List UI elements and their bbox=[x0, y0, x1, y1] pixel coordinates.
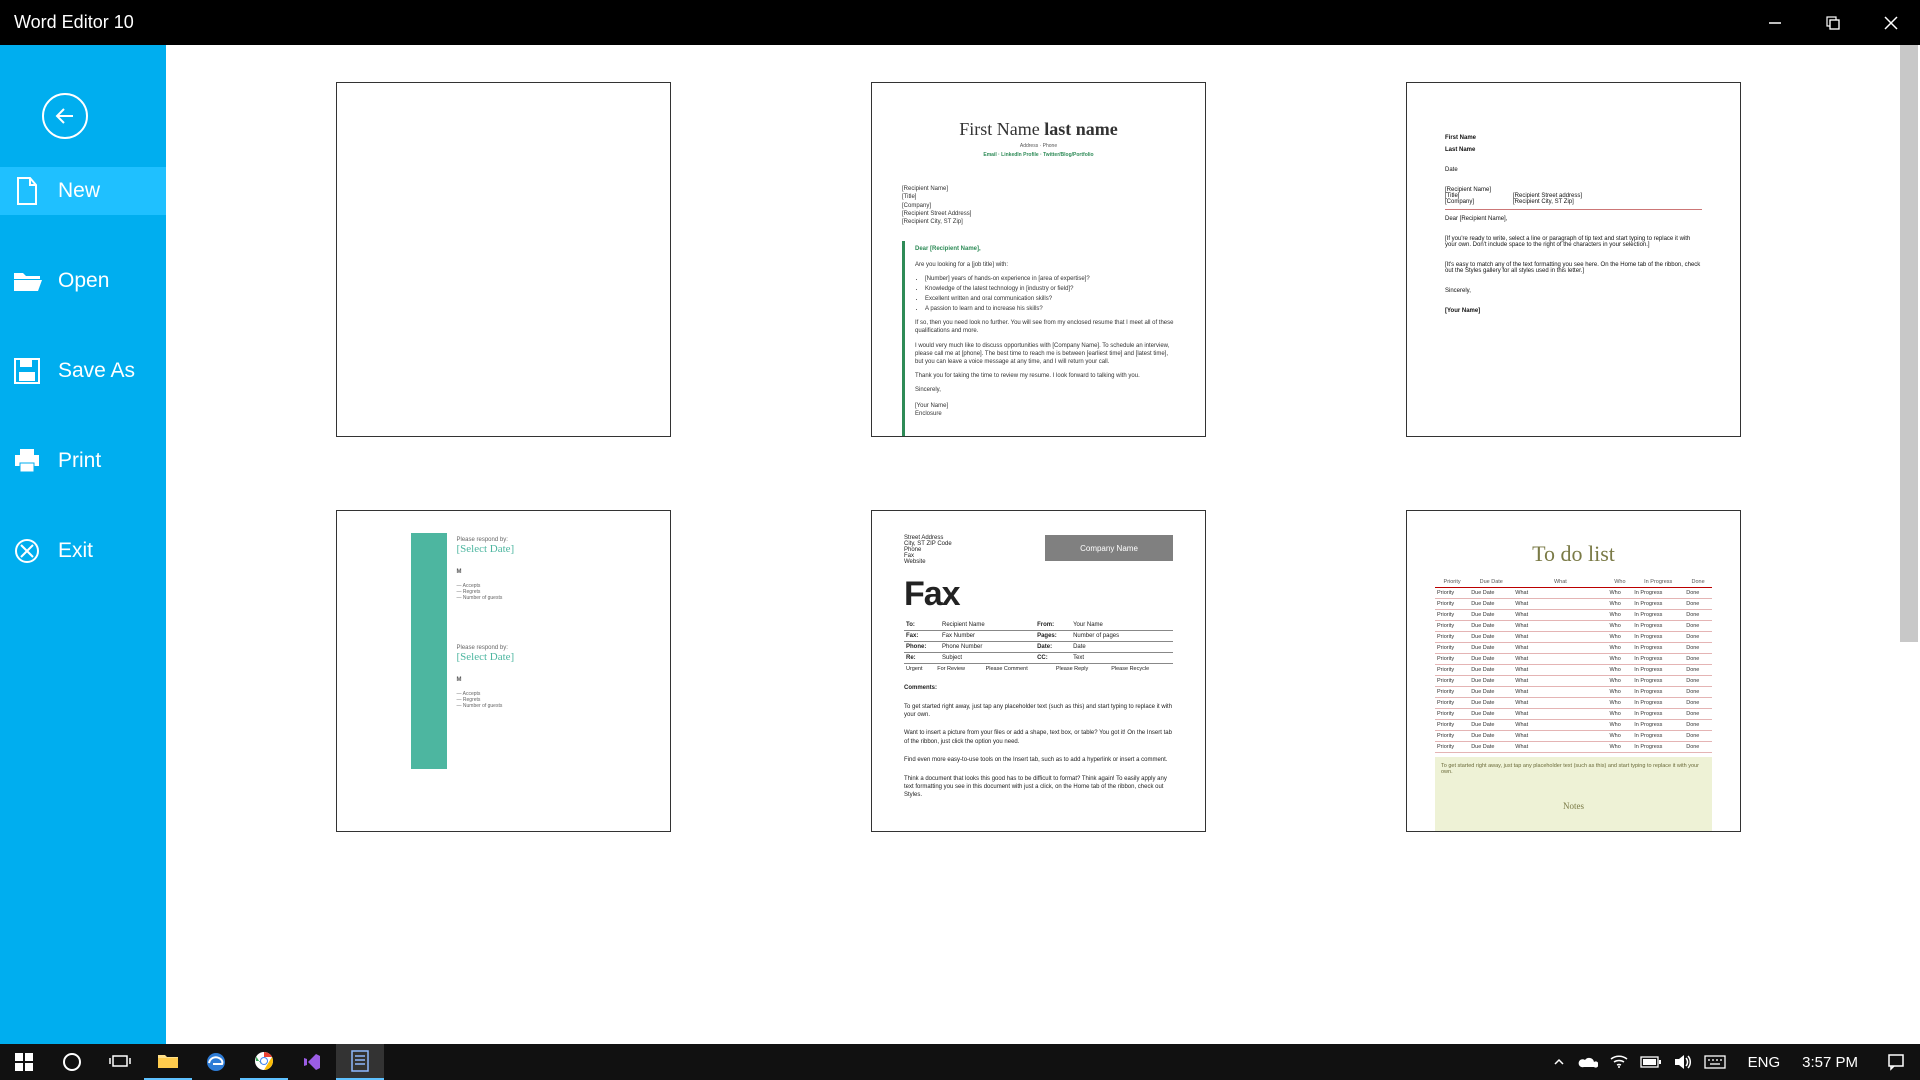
exit-icon bbox=[10, 534, 44, 568]
template-todo[interactable]: To do list PriorityDue DateWhatWhoIn Pro… bbox=[1406, 510, 1741, 832]
nav-saveas-label: Save As bbox=[58, 359, 135, 383]
fax-heading: Fax bbox=[904, 575, 1173, 614]
minimize-button[interactable] bbox=[1746, 0, 1804, 45]
taskbar-file-explorer[interactable] bbox=[144, 1044, 192, 1080]
template-fax[interactable]: Street Address City, ST ZIP Code Phone F… bbox=[871, 510, 1206, 832]
back-button[interactable] bbox=[42, 93, 88, 139]
nav-print[interactable]: Print bbox=[0, 437, 166, 485]
nav-new[interactable]: New bbox=[0, 167, 166, 215]
nav-saveas[interactable]: Save As bbox=[0, 347, 166, 395]
fax-company: Company Name bbox=[1045, 535, 1173, 561]
cortana-button[interactable] bbox=[48, 1044, 96, 1080]
scrollbar-thumb[interactable] bbox=[1900, 45, 1918, 642]
taskbar: ENG 3:57 PM bbox=[0, 1044, 1920, 1080]
print-icon bbox=[10, 444, 44, 478]
saveas-icon bbox=[10, 354, 44, 388]
nav-print-label: Print bbox=[58, 449, 101, 473]
nav-exit[interactable]: Exit bbox=[0, 527, 166, 575]
nav-exit-label: Exit bbox=[58, 539, 93, 563]
tray-action-center[interactable] bbox=[1872, 1044, 1920, 1080]
tray-volume-icon[interactable] bbox=[1674, 1054, 1692, 1070]
start-button[interactable] bbox=[0, 1044, 48, 1080]
invite-accent bbox=[411, 533, 447, 769]
coverletter-name: First Name last name bbox=[902, 117, 1175, 141]
nav-open-label: Open bbox=[58, 269, 109, 293]
template-cover-letter[interactable]: First Name last name Address · Phone Ema… bbox=[871, 82, 1206, 437]
titlebar: Word Editor 10 bbox=[0, 0, 1920, 45]
taskbar-chrome[interactable] bbox=[240, 1044, 288, 1080]
taskview-button[interactable] bbox=[96, 1044, 144, 1080]
taskbar-edge[interactable] bbox=[192, 1044, 240, 1080]
template-invitation[interactable]: Please respond by: [Select Date] M Accep… bbox=[336, 510, 671, 832]
nav-open[interactable]: Open bbox=[0, 257, 166, 305]
window-title: Word Editor 10 bbox=[14, 12, 1746, 33]
template-gallery: First Name last name Address · Phone Ema… bbox=[166, 45, 1920, 1044]
tray-battery-icon[interactable] bbox=[1640, 1056, 1662, 1068]
template-blank[interactable] bbox=[336, 82, 671, 437]
tray-language[interactable]: ENG bbox=[1740, 1054, 1789, 1071]
backstage-sidebar: New Open Save As Print Exit bbox=[0, 45, 166, 1044]
todo-title: To do list bbox=[1435, 541, 1712, 567]
maximize-button[interactable] bbox=[1804, 0, 1862, 45]
tray-clock[interactable]: 3:57 PM bbox=[1788, 1054, 1872, 1071]
vertical-scrollbar[interactable] bbox=[1900, 45, 1918, 1040]
close-button[interactable] bbox=[1862, 0, 1920, 45]
taskbar-visualstudio[interactable] bbox=[288, 1044, 336, 1080]
template-formal-letter[interactable]: First Name Last Name Date [Recipient Nam… bbox=[1406, 82, 1741, 437]
taskbar-word-editor[interactable] bbox=[336, 1044, 384, 1080]
new-icon bbox=[10, 174, 44, 208]
tray-keyboard-icon[interactable] bbox=[1704, 1055, 1726, 1069]
nav-new-label: New bbox=[58, 179, 100, 203]
tray-onedrive-icon[interactable] bbox=[1578, 1055, 1598, 1069]
tray-wifi-icon[interactable] bbox=[1610, 1055, 1628, 1069]
tray-chevron-icon[interactable] bbox=[1552, 1055, 1566, 1069]
open-icon bbox=[10, 264, 44, 298]
